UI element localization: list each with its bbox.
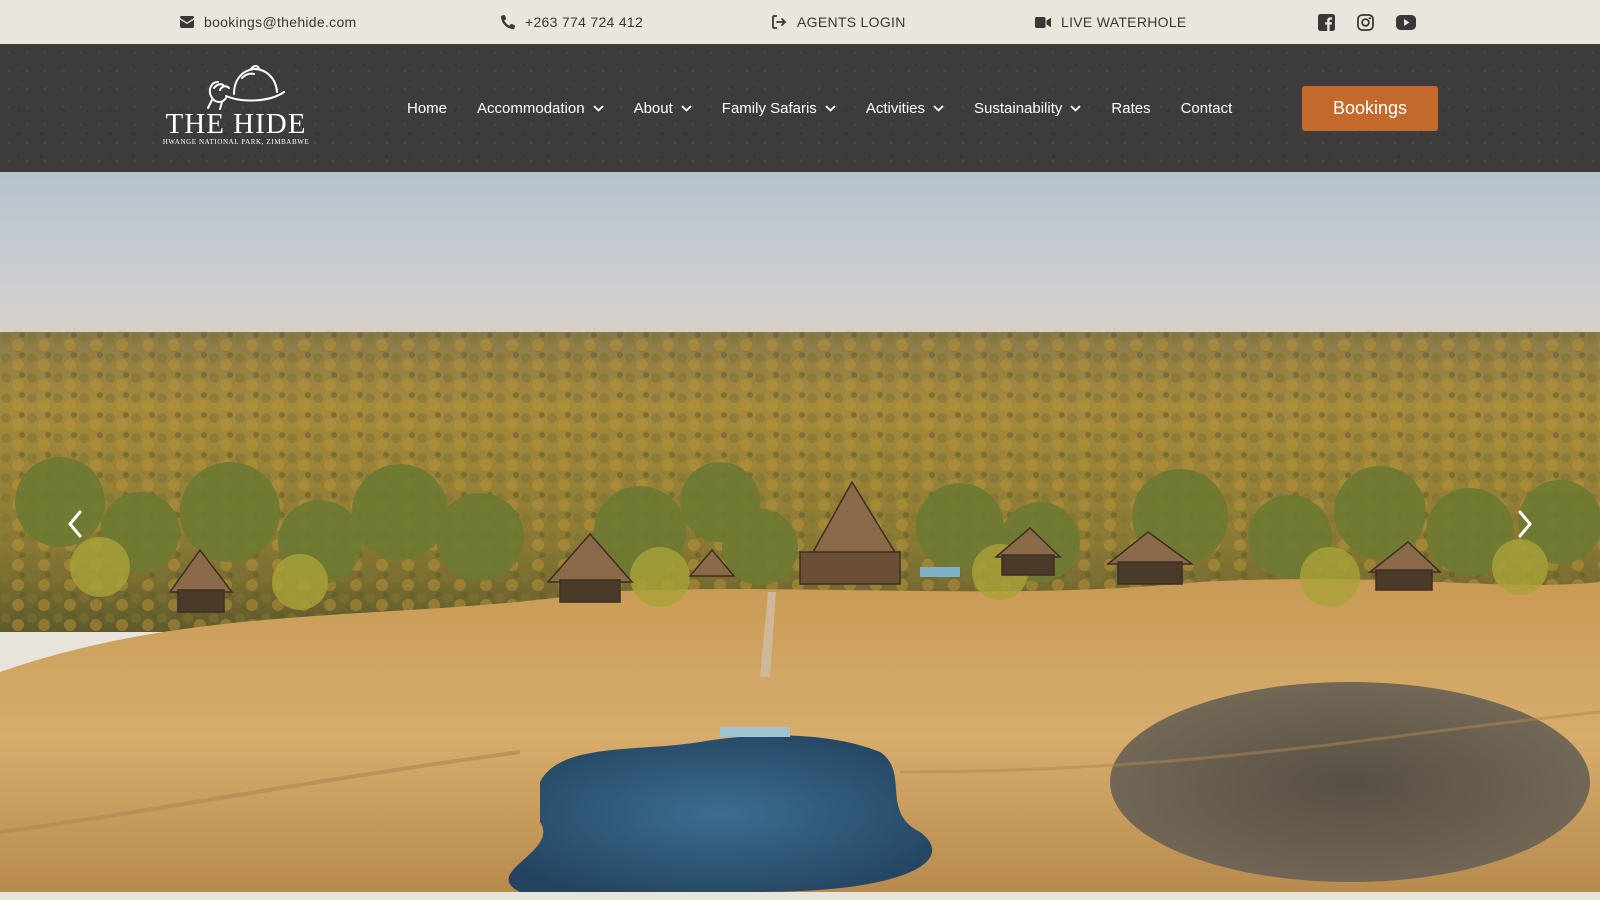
main-navbar: THE HIDE HWANGE NATIONAL PARK, ZIMBABWE … bbox=[0, 44, 1600, 172]
live-waterhole-text: LIVE WATERHOLE bbox=[1061, 14, 1187, 30]
hero-aerial-image bbox=[0, 172, 1600, 892]
nav-item-label: Family Safaris bbox=[721, 99, 817, 117]
nav-item-contact[interactable]: Contact bbox=[1181, 100, 1233, 117]
chevron-right-icon bbox=[1518, 510, 1532, 538]
chevron-down-icon bbox=[825, 104, 836, 112]
nav-item-label: Rates bbox=[1111, 99, 1151, 117]
chevron-down-icon bbox=[592, 104, 604, 112]
phone-icon bbox=[501, 15, 515, 29]
email-link[interactable]: bookings@thehide.com bbox=[180, 0, 357, 44]
nav-item-label: Accommodation bbox=[477, 99, 585, 117]
logo-subtitle: HWANGE NATIONAL PARK, ZIMBABWE bbox=[162, 138, 310, 146]
agents-login-link[interactable]: AGENTS LOGIN bbox=[772, 0, 906, 44]
nav-item-home[interactable]: Home bbox=[407, 100, 447, 117]
live-waterhole-link[interactable]: LIVE WATERHOLE bbox=[1035, 0, 1187, 44]
bookings-button[interactable]: Bookings bbox=[1302, 86, 1438, 131]
page-bottom-strip bbox=[0, 892, 1600, 900]
nav-item-label: About bbox=[633, 99, 673, 117]
nav-item-family-safaris[interactable]: Family Safaris bbox=[722, 100, 836, 117]
agents-login-text: AGENTS LOGIN bbox=[797, 14, 906, 30]
nav-item-accommodation[interactable]: Accommodation bbox=[477, 100, 604, 117]
hero-slider bbox=[0, 172, 1600, 892]
chevron-down-icon bbox=[681, 104, 692, 112]
chevron-left-icon bbox=[68, 510, 82, 538]
instagram-icon[interactable] bbox=[1357, 13, 1374, 31]
youtube-icon[interactable] bbox=[1396, 14, 1416, 30]
slider-next-button[interactable] bbox=[1505, 504, 1545, 544]
nav-item-about[interactable]: About bbox=[634, 100, 692, 117]
nav-item-label: Contact bbox=[1180, 99, 1233, 117]
logo-name: THE HIDE bbox=[165, 108, 307, 140]
nav-item-activities[interactable]: Activities bbox=[866, 100, 944, 117]
slider-prev-button[interactable] bbox=[55, 504, 95, 544]
nav-item-label: Sustainability bbox=[974, 99, 1063, 117]
site-logo[interactable]: THE HIDE HWANGE NATIONAL PARK, ZIMBABWE bbox=[162, 64, 310, 152]
phone-link[interactable]: +263 774 724 412 bbox=[501, 0, 643, 44]
facebook-icon[interactable] bbox=[1318, 13, 1335, 31]
top-utility-bar: bookings@thehide.com +263 774 724 412 AG… bbox=[0, 0, 1600, 44]
nav-item-rates[interactable]: Rates bbox=[1111, 100, 1150, 117]
chevron-down-icon bbox=[1070, 104, 1082, 112]
video-camera-icon bbox=[1035, 16, 1051, 28]
nav-item-sustainability[interactable]: Sustainability bbox=[974, 99, 1082, 117]
primary-menu: Home Accommodation About Family Safaris … bbox=[407, 44, 1262, 172]
envelope-icon bbox=[180, 16, 194, 28]
phone-text: +263 774 724 412 bbox=[525, 14, 644, 30]
social-links bbox=[1318, 0, 1416, 44]
nav-item-label: Home bbox=[407, 99, 448, 117]
email-text: bookings@thehide.com bbox=[204, 14, 357, 30]
pith-helmet-binoculars-logo-icon bbox=[207, 65, 285, 110]
sign-in-icon bbox=[772, 15, 787, 29]
chevron-down-icon bbox=[933, 104, 944, 112]
nav-item-label: Activities bbox=[865, 99, 925, 117]
